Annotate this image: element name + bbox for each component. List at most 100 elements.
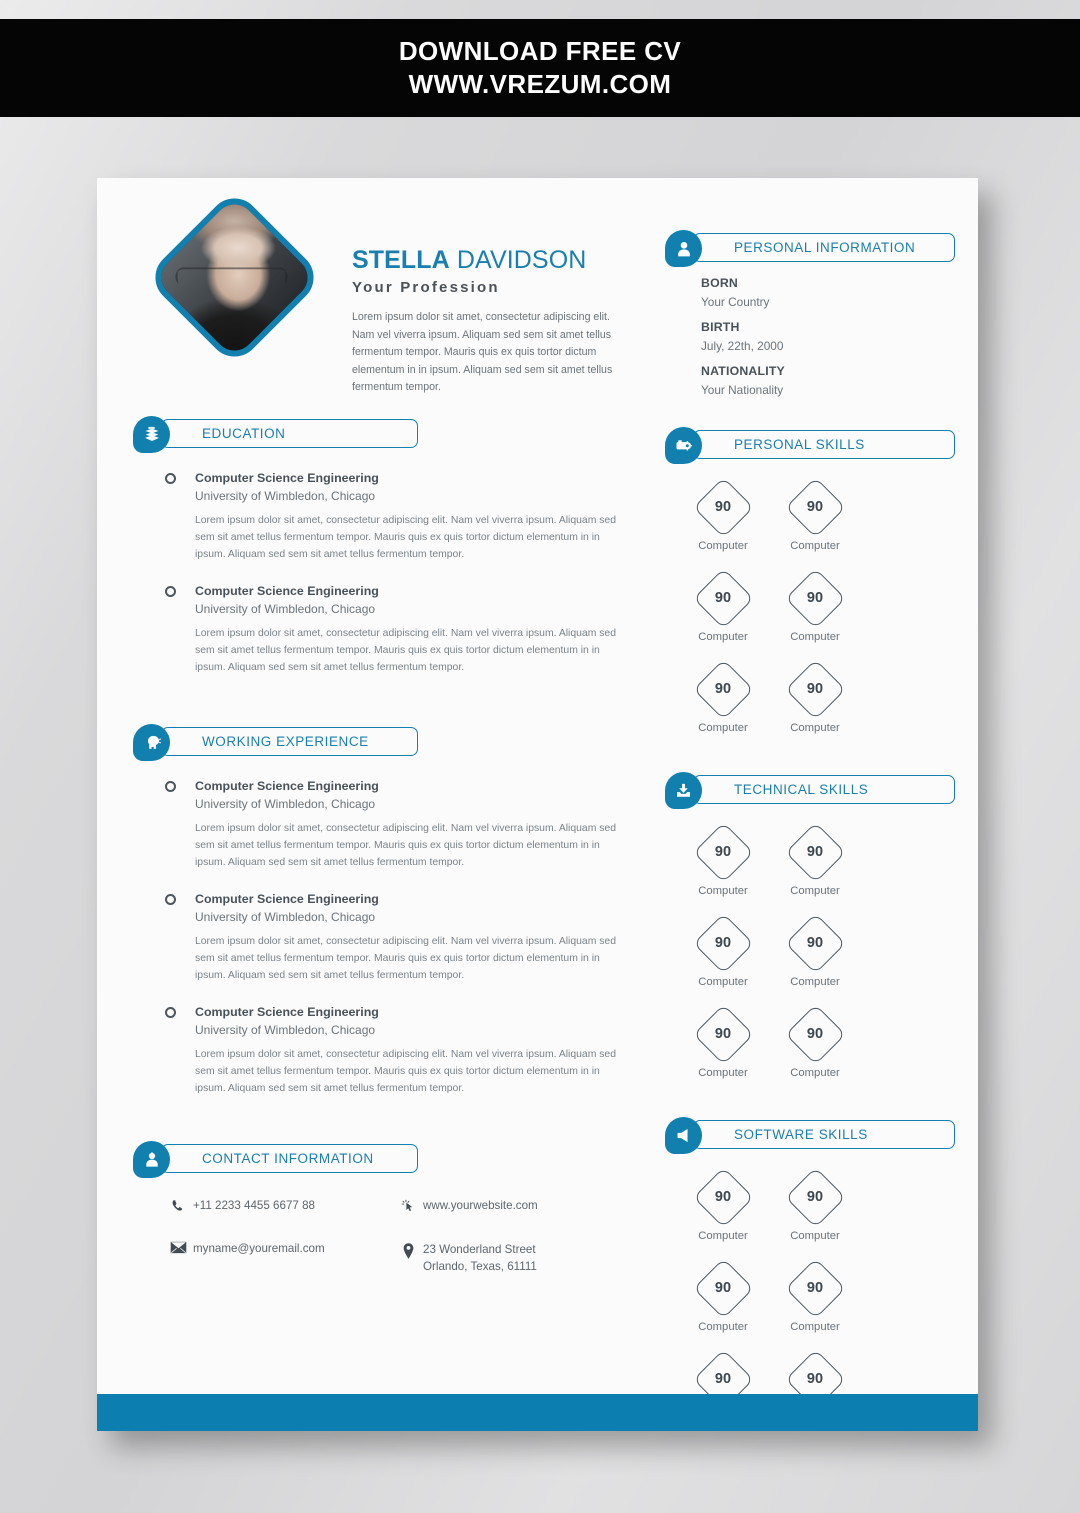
- skill-label: Computer: [790, 722, 840, 734]
- skill-badge: 90 Computer: [769, 822, 861, 897]
- profile-header: STELLA DAVIDSON Your Profession Lorem ip…: [133, 187, 628, 398]
- entry-body: Lorem ipsum dolor sit amet, consectetur …: [195, 1049, 616, 1094]
- skill-label: Computer: [790, 540, 840, 552]
- personal-information-list: BORN Your Country BIRTH July, 22th, 2000…: [665, 274, 945, 399]
- contact-information-title: CONTACT INFORMATION: [202, 1151, 374, 1166]
- personal-information-pill: PERSONAL INFORMATION: [693, 233, 955, 262]
- section-software-skills: SOFTWARE SKILLS 90 Computer 90 Computer …: [665, 1117, 955, 1431]
- skill-badge: 90 Computer: [677, 568, 769, 643]
- software-skills-grid: 90 Computer 90 Computer 90 Computer 90 C…: [665, 1167, 945, 1431]
- skill-label: Computer: [698, 1321, 748, 1333]
- skill-value: 90: [806, 935, 824, 951]
- working-experience-pill: WORKING EXPERIENCE: [161, 727, 418, 756]
- address-value: 23 Wonderland Street Orlando, Texas, 611…: [423, 1241, 537, 1275]
- download-icon: [665, 772, 702, 809]
- section-working-experience: WORKING EXPERIENCE Computer Science Engi…: [133, 724, 628, 1097]
- skill-value: 90: [806, 1280, 824, 1296]
- first-name: STELLA: [352, 246, 450, 274]
- education-header: EDUCATION: [133, 416, 628, 454]
- section-education: EDUCATION Computer Science Engineering U…: [133, 416, 628, 676]
- personal-info-value: July, 22th, 2000: [701, 339, 784, 353]
- personal-info-value: Your Country: [701, 295, 770, 309]
- address-line-2: Orlando, Texas, 61111: [423, 1260, 537, 1273]
- skill-badge: 90 Computer: [769, 1004, 861, 1079]
- contact-email-row[interactable]: myname@youremail.com: [163, 1240, 393, 1257]
- cv-right-column: PERSONAL INFORMATION BORN Your Country B…: [665, 230, 955, 1431]
- skill-label: Computer: [790, 631, 840, 643]
- phone-icon: [163, 1197, 193, 1214]
- skill-badge: 90 Computer: [769, 1167, 861, 1242]
- entry-title: Computer Science Engineering: [195, 1005, 379, 1019]
- contact-person-icon: [133, 1141, 170, 1178]
- entry-title: Computer Science Engineering: [195, 779, 379, 793]
- contact-phone-row[interactable]: +11 2233 4455 6677 88: [163, 1197, 393, 1214]
- skill-value: 90: [806, 1026, 824, 1042]
- skill-label: Computer: [698, 1067, 748, 1079]
- skill-label: Computer: [698, 976, 748, 988]
- location-pin-icon: [393, 1241, 423, 1260]
- entry-title: Computer Science Engineering: [195, 892, 379, 906]
- technical-skills-title: TECHNICAL SKILLS: [734, 782, 869, 797]
- education-title: EDUCATION: [202, 426, 286, 441]
- skill-badge: 90 Computer: [677, 477, 769, 552]
- profession: Your Profession: [352, 279, 500, 296]
- entry-title: Computer Science Engineering: [195, 584, 379, 598]
- personal-skills-header: PERSONAL SKILLS: [665, 427, 955, 465]
- page-footer-bar: [97, 1394, 978, 1431]
- skill-badge: 90 Computer: [677, 1258, 769, 1333]
- person-icon: [665, 230, 702, 267]
- profile-summary: Lorem ipsum dolor sit amet, consectetur …: [352, 311, 613, 394]
- skill-badge: 90 Computer: [769, 913, 861, 988]
- entry-body: Lorem ipsum dolor sit amet, consectetur …: [195, 823, 616, 868]
- contact-information-pill: CONTACT INFORMATION: [161, 1144, 418, 1173]
- cv-page: STELLA DAVIDSON Your Profession Lorem ip…: [97, 178, 978, 1431]
- software-skills-header: SOFTWARE SKILLS: [665, 1117, 955, 1155]
- skill-label: Computer: [698, 722, 748, 734]
- promo-title: DOWNLOAD FREE CV: [398, 36, 682, 66]
- page-title: STELLA DAVIDSON: [352, 246, 628, 275]
- profile-photo: [144, 187, 325, 368]
- entry-bullet-icon: [165, 586, 176, 597]
- contact-address-row[interactable]: 23 Wonderland Street Orlando, Texas, 611…: [393, 1241, 623, 1275]
- skill-badge: 90 Computer: [677, 659, 769, 734]
- personal-skills-title: PERSONAL SKILLS: [734, 437, 865, 452]
- entry-bullet-icon: [165, 1007, 176, 1018]
- skill-badge: 90 Computer: [677, 1167, 769, 1242]
- skill-value: 90: [806, 499, 824, 515]
- head-profile-icon: [133, 724, 170, 761]
- gear-icon: [665, 427, 702, 464]
- cv-left-column: STELLA DAVIDSON Your Profession Lorem ip…: [133, 187, 628, 1301]
- skill-label: Computer: [790, 1321, 840, 1333]
- list-item: Computer Science Engineering University …: [133, 778, 628, 871]
- skill-badge: 90 Computer: [677, 1004, 769, 1079]
- entry-subtitle: University of Wimbledon, Chicago: [195, 489, 376, 503]
- entry-subtitle: University of Wimbledon, Chicago: [195, 797, 376, 811]
- envelope-icon: [163, 1240, 193, 1254]
- promo-banner: DOWNLOAD FREE CV WWW.VREZUM.COM: [0, 19, 1080, 117]
- skill-value: 90: [714, 590, 732, 606]
- software-skills-pill: SOFTWARE SKILLS: [693, 1120, 955, 1149]
- contact-information-header: CONTACT INFORMATION: [133, 1141, 628, 1179]
- skill-badge: 90 Computer: [769, 659, 861, 734]
- personal-info-label: BORN: [701, 276, 739, 290]
- cursor-click-icon: [393, 1197, 423, 1215]
- personal-info-value: Your Nationality: [701, 383, 784, 397]
- entry-title: Computer Science Engineering: [195, 471, 379, 485]
- contact-column-right: www.yourwebsite.com 23 Wonderland Street…: [393, 1197, 623, 1301]
- skill-label: Computer: [790, 1230, 840, 1242]
- skill-label: Computer: [698, 540, 748, 552]
- entry-bullet-icon: [165, 781, 176, 792]
- skill-value: 90: [806, 1189, 824, 1205]
- personal-information-title: PERSONAL INFORMATION: [734, 240, 916, 255]
- skill-value: 90: [806, 681, 824, 697]
- contact-website-row[interactable]: www.yourwebsite.com: [393, 1197, 623, 1215]
- list-item: Computer Science Engineering University …: [133, 891, 628, 984]
- list-item: Computer Science Engineering University …: [133, 470, 628, 563]
- personal-info-item: BORN Your Country: [701, 274, 945, 311]
- personal-information-header: PERSONAL INFORMATION: [665, 230, 955, 268]
- skill-label: Computer: [790, 976, 840, 988]
- skill-value: 90: [714, 844, 732, 860]
- list-item: Computer Science Engineering University …: [133, 1004, 628, 1097]
- technical-skills-grid: 90 Computer 90 Computer 90 Computer 90 C…: [665, 822, 945, 1095]
- working-experience-entries: Computer Science Engineering University …: [133, 778, 628, 1097]
